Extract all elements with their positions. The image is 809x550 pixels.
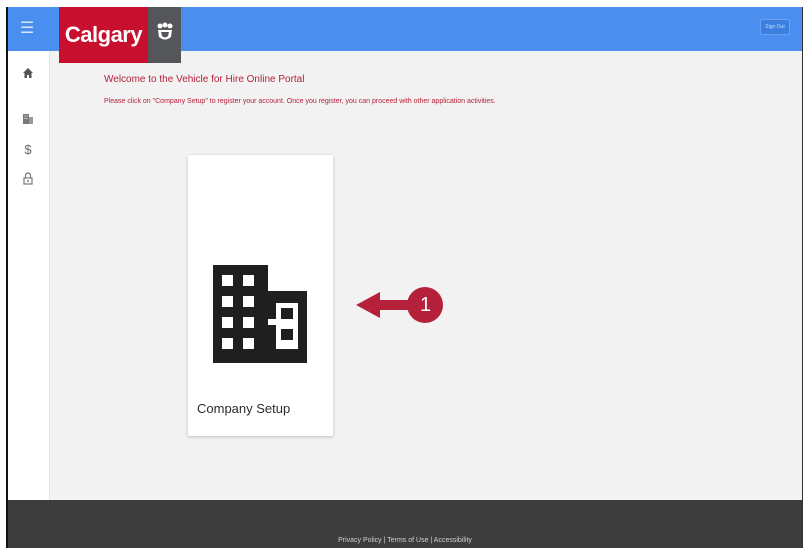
company-setup-card[interactable]: Company Setup (188, 155, 333, 436)
hamburger-menu-icon[interactable]: ☰ (18, 20, 36, 38)
callout-number: 1 (419, 294, 432, 316)
logo-wordmark: Calgary (59, 7, 148, 63)
footer: Privacy Policy | Terms of Use | Accessib… (8, 500, 802, 548)
card-label: Company Setup (197, 401, 291, 416)
calgary-logo[interactable]: Calgary (59, 7, 181, 63)
page-title: Welcome to the Vehicle for Hire Online P… (104, 74, 305, 85)
crest-icon (148, 7, 181, 63)
building-icon[interactable] (18, 109, 38, 129)
footer-links[interactable]: Privacy Policy | Terms of Use | Accessib… (8, 537, 802, 544)
building-icon (213, 265, 307, 368)
sign-out-button[interactable]: Sign Out (760, 19, 790, 35)
instruction-text: Please click on "Company Setup" to regis… (104, 98, 496, 105)
app-frame: ☰ Sign Out Calgary $ Welcome to the Vehi… (6, 7, 803, 548)
dollar-icon[interactable]: $ (18, 139, 38, 159)
sidebar: $ (8, 51, 50, 500)
lock-icon[interactable] (18, 168, 38, 188)
home-icon[interactable] (18, 63, 38, 83)
